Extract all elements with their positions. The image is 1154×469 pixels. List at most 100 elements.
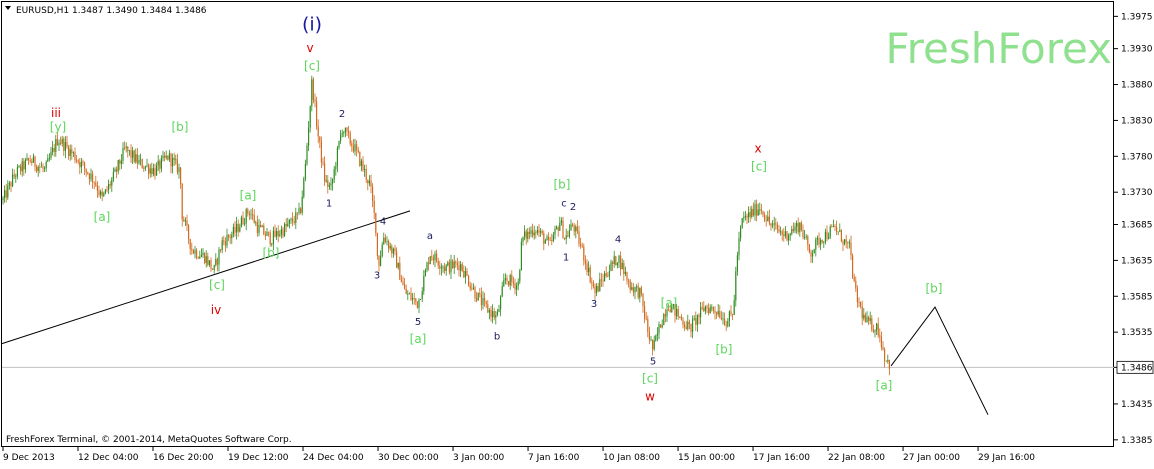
candle-body: [652, 339, 654, 350]
candle-body: [372, 186, 374, 201]
candle-body: [237, 223, 239, 232]
candle-body: [687, 321, 689, 330]
candle-body: [789, 233, 791, 236]
candle-body: [802, 229, 804, 238]
candle-body: [279, 234, 281, 236]
candle-body: [156, 165, 158, 176]
candle-body: [583, 246, 585, 261]
candle-body: [733, 300, 735, 315]
candle-body: [320, 141, 322, 163]
candle-body: [309, 106, 311, 128]
candle-body: [311, 79, 313, 107]
candle-body: [104, 189, 106, 194]
candle-body: [484, 298, 486, 302]
candle-body: [463, 270, 465, 278]
candle-body: [772, 224, 774, 226]
candle-body: [290, 218, 292, 220]
candle-body: [285, 223, 287, 227]
x-tick-label: 19 Dec 12:00: [228, 453, 289, 463]
candle-body: [31, 161, 33, 163]
wave-label: 3: [591, 299, 597, 310]
y-tick-label: 1.3635: [1121, 256, 1153, 266]
candle-body: [250, 214, 252, 216]
candle-body: [220, 249, 222, 251]
candle-body: [584, 260, 586, 264]
candle-body: [842, 241, 844, 245]
candle-body: [602, 280, 604, 282]
candle-body: [863, 314, 865, 319]
candle-body: [276, 230, 278, 237]
candle-body: [404, 284, 406, 289]
x-tick-label: 30 Dec 00:00: [378, 453, 439, 463]
candle-body: [429, 256, 431, 265]
wave-label: [b]: [554, 178, 571, 192]
candle-body: [775, 223, 777, 225]
x-tick-label: 7 Jan 16:00: [528, 453, 580, 463]
candle-body: [440, 267, 442, 269]
y-tick-label: 1.3830: [1121, 116, 1153, 126]
candle-body: [796, 223, 798, 227]
candle-body: [498, 309, 500, 312]
candle-body: [544, 240, 546, 244]
candle-body: [717, 311, 719, 315]
candle-body: [172, 157, 174, 167]
candle-body: [71, 149, 73, 154]
candle-body: [389, 246, 391, 249]
y-tick-label: 1.3685: [1121, 221, 1153, 231]
candle-body: [708, 308, 710, 314]
candle-body: [546, 236, 548, 241]
candle-body: [7, 185, 9, 198]
candle-body: [24, 160, 26, 170]
candle-body: [284, 223, 286, 236]
candle-body: [592, 282, 594, 287]
candle-body: [604, 273, 606, 282]
candle-body: [367, 179, 369, 184]
candle-body: [776, 224, 778, 230]
candle-body: [701, 307, 703, 309]
candle-body: [189, 238, 191, 249]
candle-body: [748, 212, 750, 218]
candle-body: [136, 154, 138, 164]
candle-body: [496, 311, 498, 316]
candle-body: [447, 262, 449, 266]
candle-body: [543, 233, 545, 244]
candle-body: [394, 248, 396, 252]
candle-body: [804, 236, 806, 238]
candle-body: [144, 166, 146, 169]
candle-body: [125, 146, 127, 148]
candle-body: [581, 245, 583, 247]
candle-body: [162, 155, 164, 159]
candle-body: [816, 237, 818, 240]
candle-body: [378, 255, 380, 266]
candle-body: [327, 180, 329, 187]
candle-body: [69, 149, 71, 156]
candle-body: [271, 243, 273, 245]
candle-body: [759, 209, 761, 211]
candle-body: [308, 127, 310, 146]
candle-body: [133, 150, 135, 162]
candle-body: [381, 244, 383, 257]
candle-body: [95, 182, 97, 186]
candle-body: [384, 237, 386, 242]
candle-body: [287, 223, 289, 227]
candle-body: [47, 158, 49, 162]
candle-body: [52, 148, 54, 152]
candle-body: [216, 259, 218, 265]
candle-body: [767, 216, 769, 221]
wave-label: [c]: [751, 160, 767, 174]
candle-body: [824, 231, 826, 242]
candle-body: [330, 183, 332, 186]
x-tick-label: 22 Jan 08:00: [828, 453, 885, 463]
candle-body: [79, 161, 81, 168]
candle-body: [325, 180, 327, 182]
candle-body: [442, 267, 444, 268]
candle-body: [229, 237, 231, 239]
candle-body: [743, 216, 745, 219]
candle-body: [868, 316, 870, 321]
candle-body: [40, 166, 42, 168]
candle-body: [620, 255, 622, 270]
candle-body: [100, 191, 102, 195]
candle-body: [477, 292, 479, 301]
candle-body: [621, 262, 623, 270]
candle-body: [223, 240, 225, 242]
